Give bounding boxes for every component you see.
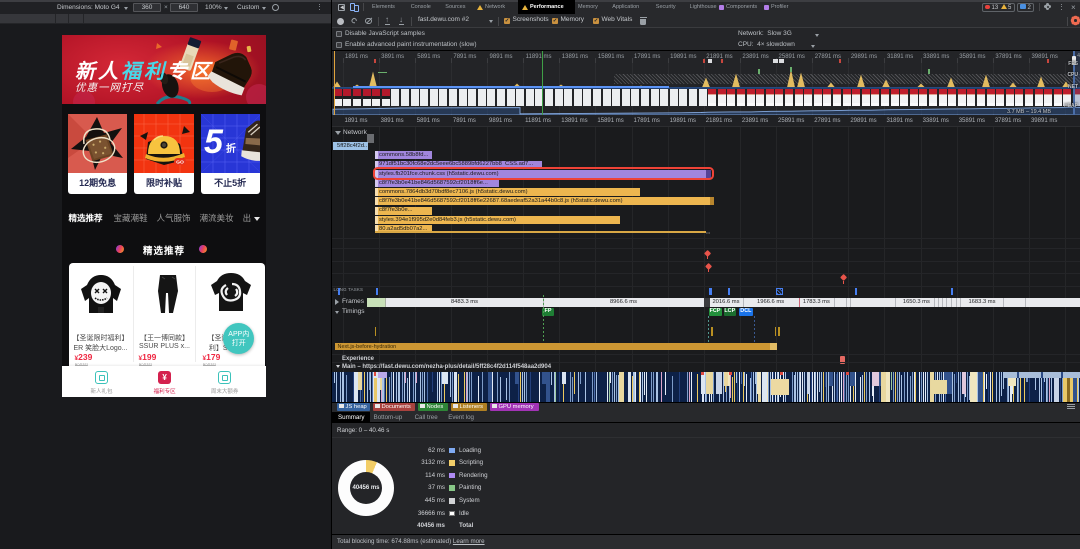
svg-text:GO: GO — [176, 159, 184, 165]
